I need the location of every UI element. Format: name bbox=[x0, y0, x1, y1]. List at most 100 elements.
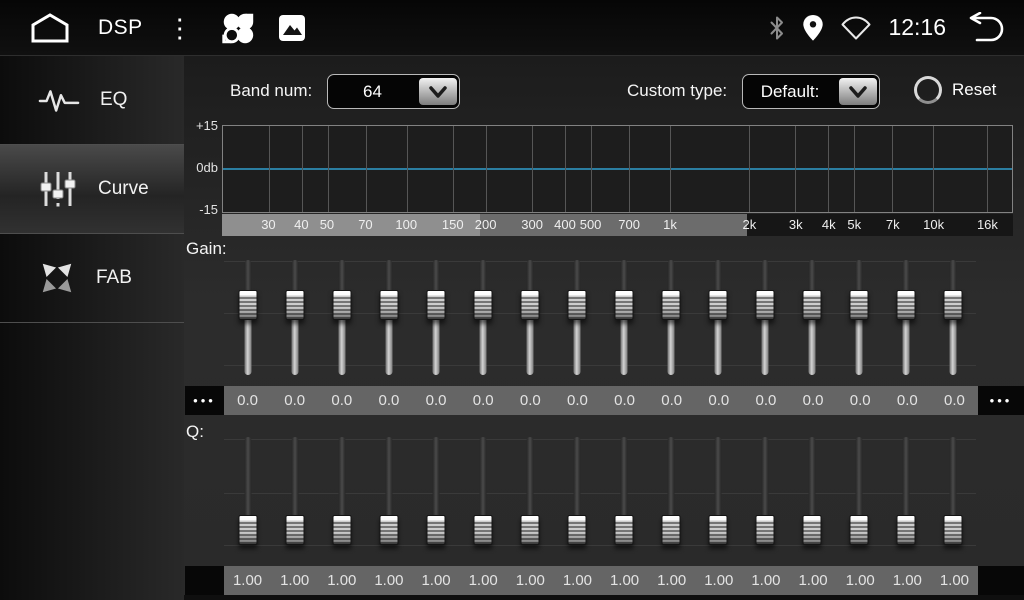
slider-thumb[interactable] bbox=[849, 515, 868, 545]
reset-radio-icon[interactable] bbox=[914, 76, 942, 104]
slider-thumb[interactable] bbox=[520, 515, 539, 545]
q-slider[interactable] bbox=[271, 431, 318, 555]
slider-track[interactable] bbox=[808, 317, 815, 375]
gain-slider[interactable] bbox=[271, 250, 318, 378]
slider-track[interactable] bbox=[667, 317, 674, 375]
sidebar-item-fab[interactable]: FAB bbox=[0, 234, 184, 323]
sidebar-item-eq[interactable]: EQ bbox=[0, 56, 184, 145]
slider-track[interactable] bbox=[385, 317, 392, 375]
slider-thumb[interactable] bbox=[802, 515, 821, 545]
slider-track[interactable] bbox=[526, 317, 533, 375]
slider-track[interactable] bbox=[479, 317, 486, 375]
q-slider[interactable] bbox=[882, 431, 929, 555]
q-slider[interactable] bbox=[647, 431, 694, 555]
gain-slider[interactable] bbox=[647, 250, 694, 378]
slider-thumb[interactable] bbox=[473, 290, 492, 320]
menu-kebab-icon[interactable]: ⋮ bbox=[167, 15, 193, 41]
gain-slider[interactable] bbox=[506, 250, 553, 378]
gain-slider[interactable] bbox=[882, 250, 929, 378]
slider-track[interactable] bbox=[761, 317, 768, 375]
slider-thumb[interactable] bbox=[426, 290, 445, 320]
slider-track[interactable] bbox=[291, 317, 298, 375]
gain-slider[interactable] bbox=[600, 250, 647, 378]
eq-curve-plot[interactable] bbox=[222, 125, 1013, 213]
reset-button[interactable]: Reset bbox=[914, 76, 996, 104]
gain-slider[interactable] bbox=[741, 250, 788, 378]
gain-slider[interactable] bbox=[224, 250, 271, 378]
gain-slider[interactable] bbox=[835, 250, 882, 378]
gain-slider[interactable] bbox=[694, 250, 741, 378]
chevron-down-icon[interactable] bbox=[419, 78, 457, 105]
slider-track[interactable] bbox=[338, 317, 345, 375]
q-slider[interactable] bbox=[506, 431, 553, 555]
band-num-select[interactable]: 64 bbox=[327, 74, 460, 109]
slider-thumb[interactable] bbox=[379, 290, 398, 320]
status-bar: DSP ⋮ bbox=[0, 0, 1024, 56]
home-icon[interactable] bbox=[28, 12, 72, 44]
q-slider[interactable] bbox=[318, 431, 365, 555]
q-slider[interactable] bbox=[929, 431, 976, 555]
slider-thumb[interactable] bbox=[285, 290, 304, 320]
gain-slider[interactable] bbox=[553, 250, 600, 378]
slider-thumb[interactable] bbox=[614, 290, 633, 320]
q-slider[interactable] bbox=[224, 431, 271, 555]
gain-slider[interactable] bbox=[365, 250, 412, 378]
slider-thumb[interactable] bbox=[567, 515, 586, 545]
slider-thumb[interactable] bbox=[755, 290, 774, 320]
slider-thumb[interactable] bbox=[943, 515, 962, 545]
q-slider[interactable] bbox=[553, 431, 600, 555]
slider-thumb[interactable] bbox=[379, 515, 398, 545]
slider-track[interactable] bbox=[949, 317, 956, 375]
slider-thumb[interactable] bbox=[473, 515, 492, 545]
slider-thumb[interactable] bbox=[238, 515, 257, 545]
q-slider[interactable] bbox=[365, 431, 412, 555]
freq-tick-label: 300 bbox=[521, 214, 543, 236]
gain-slider[interactable] bbox=[412, 250, 459, 378]
q-slider[interactable] bbox=[835, 431, 882, 555]
slider-thumb[interactable] bbox=[661, 515, 680, 545]
slider-thumb[interactable] bbox=[332, 290, 351, 320]
slider-track[interactable] bbox=[714, 317, 721, 375]
apps-clover-icon[interactable] bbox=[219, 9, 257, 47]
slider-track[interactable] bbox=[620, 317, 627, 375]
slider-thumb[interactable] bbox=[708, 515, 727, 545]
q-slider[interactable] bbox=[741, 431, 788, 555]
q-slider[interactable] bbox=[459, 431, 506, 555]
slider-thumb[interactable] bbox=[755, 515, 774, 545]
gain-more-right-button[interactable]: ••• bbox=[978, 386, 1024, 415]
slider-thumb[interactable] bbox=[614, 515, 633, 545]
custom-type-select[interactable]: Default: bbox=[742, 74, 880, 109]
slider-thumb[interactable] bbox=[708, 290, 727, 320]
faders-icon bbox=[38, 169, 78, 209]
gain-slider[interactable] bbox=[459, 250, 506, 378]
slider-track[interactable] bbox=[244, 317, 251, 375]
slider-thumb[interactable] bbox=[567, 290, 586, 320]
gain-more-left-button[interactable]: ••• bbox=[185, 386, 224, 415]
gain-slider[interactable] bbox=[929, 250, 976, 378]
slider-thumb[interactable] bbox=[520, 290, 539, 320]
back-icon[interactable] bbox=[962, 12, 1008, 44]
slider-thumb[interactable] bbox=[332, 515, 351, 545]
q-slider[interactable] bbox=[694, 431, 741, 555]
gallery-icon[interactable] bbox=[277, 13, 307, 43]
sidebar-item-curve[interactable]: Curve bbox=[0, 145, 184, 234]
slider-thumb[interactable] bbox=[285, 515, 304, 545]
slider-thumb[interactable] bbox=[896, 290, 915, 320]
q-slider[interactable] bbox=[788, 431, 835, 555]
slider-thumb[interactable] bbox=[849, 290, 868, 320]
q-slider[interactable] bbox=[600, 431, 647, 555]
slider-thumb[interactable] bbox=[426, 515, 445, 545]
q-slider[interactable] bbox=[412, 431, 459, 555]
gain-slider[interactable] bbox=[788, 250, 835, 378]
slider-thumb[interactable] bbox=[943, 290, 962, 320]
chevron-down-icon[interactable] bbox=[839, 78, 877, 105]
slider-track[interactable] bbox=[855, 317, 862, 375]
slider-track[interactable] bbox=[573, 317, 580, 375]
slider-thumb[interactable] bbox=[802, 290, 821, 320]
slider-thumb[interactable] bbox=[896, 515, 915, 545]
slider-thumb[interactable] bbox=[238, 290, 257, 320]
gain-slider[interactable] bbox=[318, 250, 365, 378]
slider-thumb[interactable] bbox=[661, 290, 680, 320]
slider-track[interactable] bbox=[902, 317, 909, 375]
slider-track[interactable] bbox=[432, 317, 439, 375]
